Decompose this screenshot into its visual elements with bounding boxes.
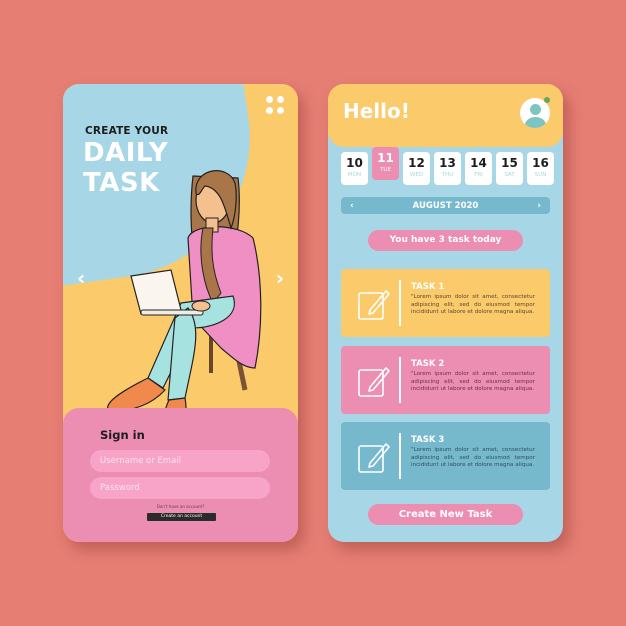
task-description: "Lorem ipsum dolor sit amet, consectetur…: [411, 447, 535, 468]
week-calendar: 10 MON 11 TUE 12 WED 13 THU 14 FRI 15 SA…: [341, 147, 554, 185]
day-number: 14: [470, 156, 487, 170]
month-selector: ‹ AUGUST 2020 ›: [341, 197, 550, 214]
day-button[interactable]: 13 THU: [434, 152, 461, 185]
grid-dots-icon[interactable]: [266, 96, 284, 114]
day-button[interactable]: 14 FRI: [465, 152, 492, 185]
day-button[interactable]: 10 MON: [341, 152, 368, 185]
next-arrow-button[interactable]: ›: [276, 266, 284, 290]
task-card[interactable]: TASK 3 "Lorem ipsum dolor sit amet, cons…: [341, 422, 550, 490]
prev-arrow-button[interactable]: ‹: [77, 266, 85, 290]
day-button[interactable]: 16 SUN: [527, 152, 554, 185]
task-name: TASK 2: [411, 359, 445, 369]
day-number: 13: [439, 156, 456, 170]
task-card[interactable]: TASK 1 "Lorem ipsum dolor sit amet, cons…: [341, 269, 550, 337]
day-number: 15: [501, 156, 518, 170]
task-description: "Lorem ipsum dolor sit amet, consectetur…: [411, 371, 535, 392]
day-button-selected[interactable]: 11 TUE: [372, 147, 399, 180]
edit-icon: [358, 443, 390, 473]
username-field[interactable]: [90, 450, 270, 472]
day-of-week: SAT: [504, 172, 515, 178]
task-count-badge: You have 3 task today: [368, 230, 523, 251]
day-button[interactable]: 15 SAT: [496, 152, 523, 185]
task-name: TASK 3: [411, 435, 445, 445]
day-of-week: SUN: [534, 172, 547, 178]
month-label: AUGUST 2020: [412, 200, 479, 211]
day-of-week: TUE: [380, 167, 391, 173]
day-of-week: THU: [441, 172, 454, 178]
divider: [399, 280, 401, 326]
header: Hello!: [328, 84, 563, 147]
create-account-button[interactable]: Create an account: [147, 513, 216, 521]
day-number: 10: [346, 156, 363, 170]
day-of-week: WED: [409, 172, 424, 178]
task-name: TASK 1: [411, 282, 445, 292]
divider: [399, 357, 401, 403]
task-description: "Lorem ipsum dolor sit amet, consectetur…: [411, 294, 535, 315]
login-screen: CREATE YOUR DAILY TASK ‹ › Sign in Usern…: [63, 84, 298, 542]
woman-laptop-illustration: [107, 170, 262, 428]
prev-month-button[interactable]: ‹: [350, 201, 354, 211]
password-field[interactable]: [90, 477, 270, 499]
greeting: Hello!: [343, 99, 410, 123]
edit-icon: [358, 367, 390, 397]
day-number: 11: [377, 151, 394, 165]
next-month-button[interactable]: ›: [537, 201, 541, 211]
online-status-dot: [544, 97, 550, 103]
signin-panel: Sign in Don't have an account? Create an…: [63, 408, 298, 542]
create-new-task-button[interactable]: Create New Task: [368, 504, 523, 525]
day-of-week: MON: [347, 172, 362, 178]
day-number: 12: [408, 156, 425, 170]
day-button[interactable]: 12 WED: [403, 152, 430, 185]
no-account-text: Don't have an account?: [156, 504, 205, 509]
signin-title: Sign in: [100, 428, 145, 442]
divider: [399, 433, 401, 479]
tasks-screen: Hello! 10 MON 11 TUE 12 WED 13 THU 14 FR…: [328, 84, 563, 542]
task-card[interactable]: TASK 2 "Lorem ipsum dolor sit amet, cons…: [341, 346, 550, 414]
day-of-week: FRI: [474, 172, 483, 178]
edit-icon: [358, 290, 390, 320]
day-number: 16: [532, 156, 549, 170]
